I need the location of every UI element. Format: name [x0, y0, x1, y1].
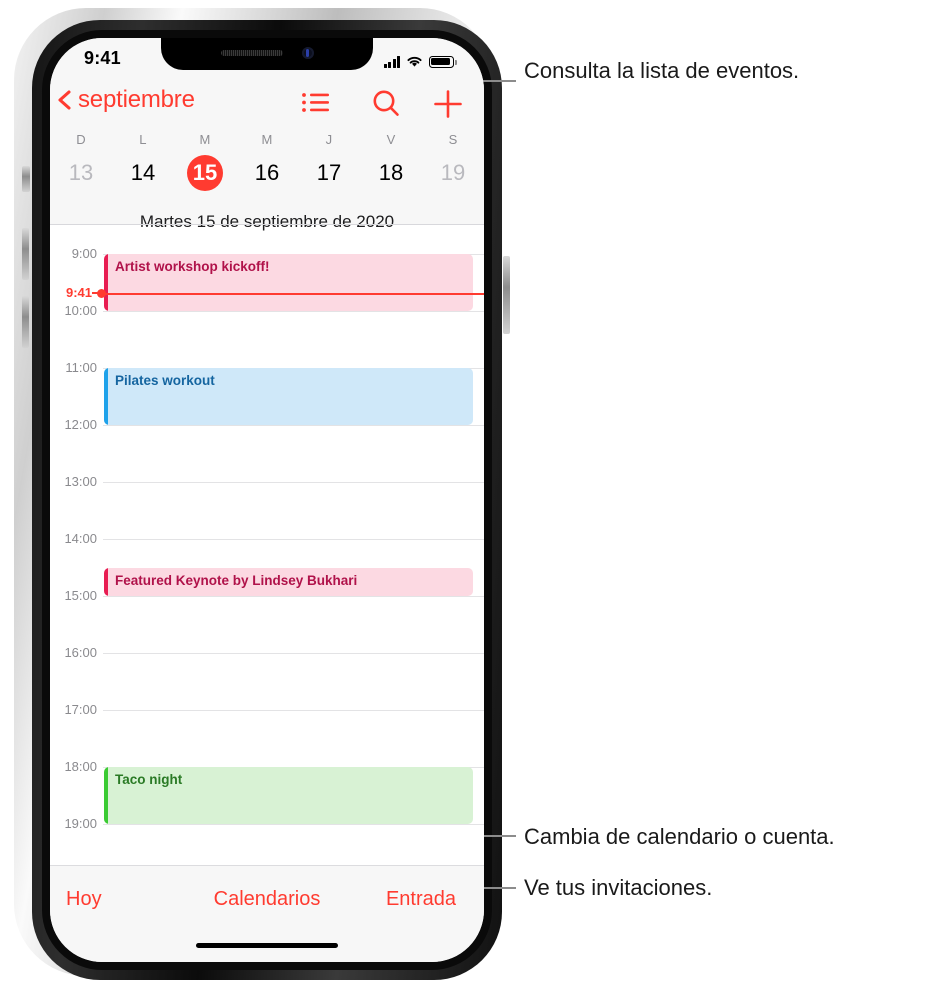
day-number: 19: [440, 160, 466, 185]
hour-row: 12:00: [50, 417, 484, 482]
hour-row: 13:00: [50, 474, 484, 539]
status-bar-time: 9:41: [84, 48, 121, 68]
hour-label: 12:00: [64, 417, 97, 432]
day-cell-16[interactable]: 16: [236, 155, 298, 193]
day-number: 15: [187, 155, 223, 191]
back-to-month-button[interactable]: septiembre: [50, 85, 195, 115]
day-timeline[interactable]: 9:00 10:00 11:00 12:00 13:00 14:00 15:00 16:00 1…: [50, 225, 484, 865]
hour-gridline: [103, 539, 484, 540]
current-time-line: [102, 292, 484, 295]
weekday-label: S: [448, 132, 458, 147]
chevron-left-icon: [58, 90, 71, 110]
weekday-label: L: [139, 132, 147, 147]
earpiece-speaker-icon: [221, 50, 283, 56]
day-cell-15[interactable]: 15: [174, 155, 236, 193]
mute-switch-button[interactable]: [22, 166, 30, 192]
hour-gridline: [103, 710, 484, 711]
add-event-icon[interactable]: [432, 88, 464, 125]
event-title: Taco night: [115, 772, 183, 787]
day-cell-18[interactable]: 18: [360, 155, 422, 193]
callout-calendars: Cambia de calendario o cuenta.: [524, 824, 835, 849]
callout-list-view: Consulta la lista de eventos.: [524, 58, 800, 83]
week-strip-divider: [50, 224, 484, 225]
selected-date-label: Martes 15 de septiembre de 2020: [139, 212, 395, 231]
day-cell-14[interactable]: 14: [112, 155, 174, 193]
event-color-bar: [104, 368, 108, 425]
calendar-event[interactable]: Artist workshop kickoff!: [104, 254, 473, 311]
hour-gridline: [103, 596, 484, 597]
hour-gridline: [103, 311, 484, 312]
weekday-label: V: [386, 132, 396, 147]
calendar-event[interactable]: Pilates workout: [104, 368, 473, 425]
weekday-label: D: [76, 132, 86, 147]
hour-row: 19:00: [50, 816, 484, 865]
hour-label: 15:00: [64, 588, 97, 603]
weekday-label: M: [261, 132, 273, 147]
calendar-event[interactable]: Taco night: [104, 767, 473, 824]
search-icon[interactable]: [370, 88, 402, 125]
event-color-bar: [104, 767, 108, 824]
volume-up-button[interactable]: [22, 228, 29, 280]
home-indicator[interactable]: [196, 943, 338, 948]
day-number: 16: [254, 160, 280, 185]
cellular-signal-icon: [383, 56, 400, 68]
hour-gridline: [103, 425, 484, 426]
front-camera-icon: [302, 47, 314, 59]
navigation-bar: septiembre: [50, 82, 484, 128]
day-number: 14: [130, 160, 156, 185]
battery-icon: [429, 56, 457, 68]
event-color-bar: [104, 254, 108, 311]
hour-label: 17:00: [64, 702, 97, 717]
bottom-toolbar: Hoy Calendarios Entrada: [50, 866, 484, 962]
event-title: Featured Keynote by Lindsey Bukhari: [115, 572, 358, 588]
event-title: Pilates workout: [115, 373, 215, 388]
hour-row: 15:00: [50, 588, 484, 653]
phone-screen: 9:41 septiembre D L M M J V S 13 14 15 1…: [50, 38, 484, 962]
event-color-bar: [104, 567, 108, 596]
day-number-row: 13 14 15 16 17 18 19: [50, 147, 484, 193]
hour-label: 19:00: [64, 816, 97, 831]
hour-label: 16:00: [64, 645, 97, 660]
day-number: 17: [316, 160, 342, 185]
hour-label: 9:00: [71, 246, 97, 261]
weekday-label-row: DLMMJVS: [50, 128, 484, 147]
today-button[interactable]: Hoy: [66, 888, 102, 911]
weekday-label: M: [199, 132, 211, 147]
phone-frame: 9:41 septiembre D L M M J V S 13 14 15 1…: [14, 8, 510, 980]
hour-label: 10:00: [64, 303, 97, 318]
weekday-label: J: [325, 132, 333, 147]
wifi-icon: [407, 56, 422, 67]
day-cell-19[interactable]: 19: [422, 155, 484, 193]
list-view-icon[interactable]: [300, 88, 332, 123]
event-title: Artist workshop kickoff!: [115, 259, 270, 274]
current-time-label: 9:41: [65, 284, 92, 300]
day-number: 18: [378, 160, 404, 185]
hour-gridline: [103, 653, 484, 654]
calendars-button[interactable]: Calendarios: [214, 888, 321, 911]
hour-label: 11:00: [65, 360, 97, 375]
hour-gridline: [103, 824, 484, 825]
day-cell-13[interactable]: 13: [50, 155, 112, 193]
side-power-button[interactable]: [503, 256, 510, 334]
status-bar-icons: [383, 52, 457, 68]
back-button-label: septiembre: [78, 86, 195, 113]
hour-label: 14:00: [64, 531, 97, 546]
hour-row: 10:00: [50, 303, 484, 368]
hour-row: 17:00: [50, 702, 484, 767]
inbox-button[interactable]: Entrada: [386, 888, 456, 911]
hour-row: 16:00: [50, 645, 484, 710]
calendar-event[interactable]: Featured Keynote by Lindsey Bukhari: [104, 567, 473, 596]
callout-inbox: Ve tus invitaciones.: [524, 875, 713, 900]
device-notch: [161, 38, 373, 70]
hour-label: 18:00: [64, 759, 97, 774]
day-cell-17[interactable]: 17: [298, 155, 360, 193]
volume-down-button[interactable]: [22, 296, 29, 348]
day-number: 13: [68, 160, 94, 185]
hour-label: 13:00: [64, 474, 97, 489]
hour-gridline: [103, 482, 484, 483]
week-strip: D L M M J V S 13 14 15 16 17 18 19 Martes 15 de sept…: [50, 128, 484, 231]
